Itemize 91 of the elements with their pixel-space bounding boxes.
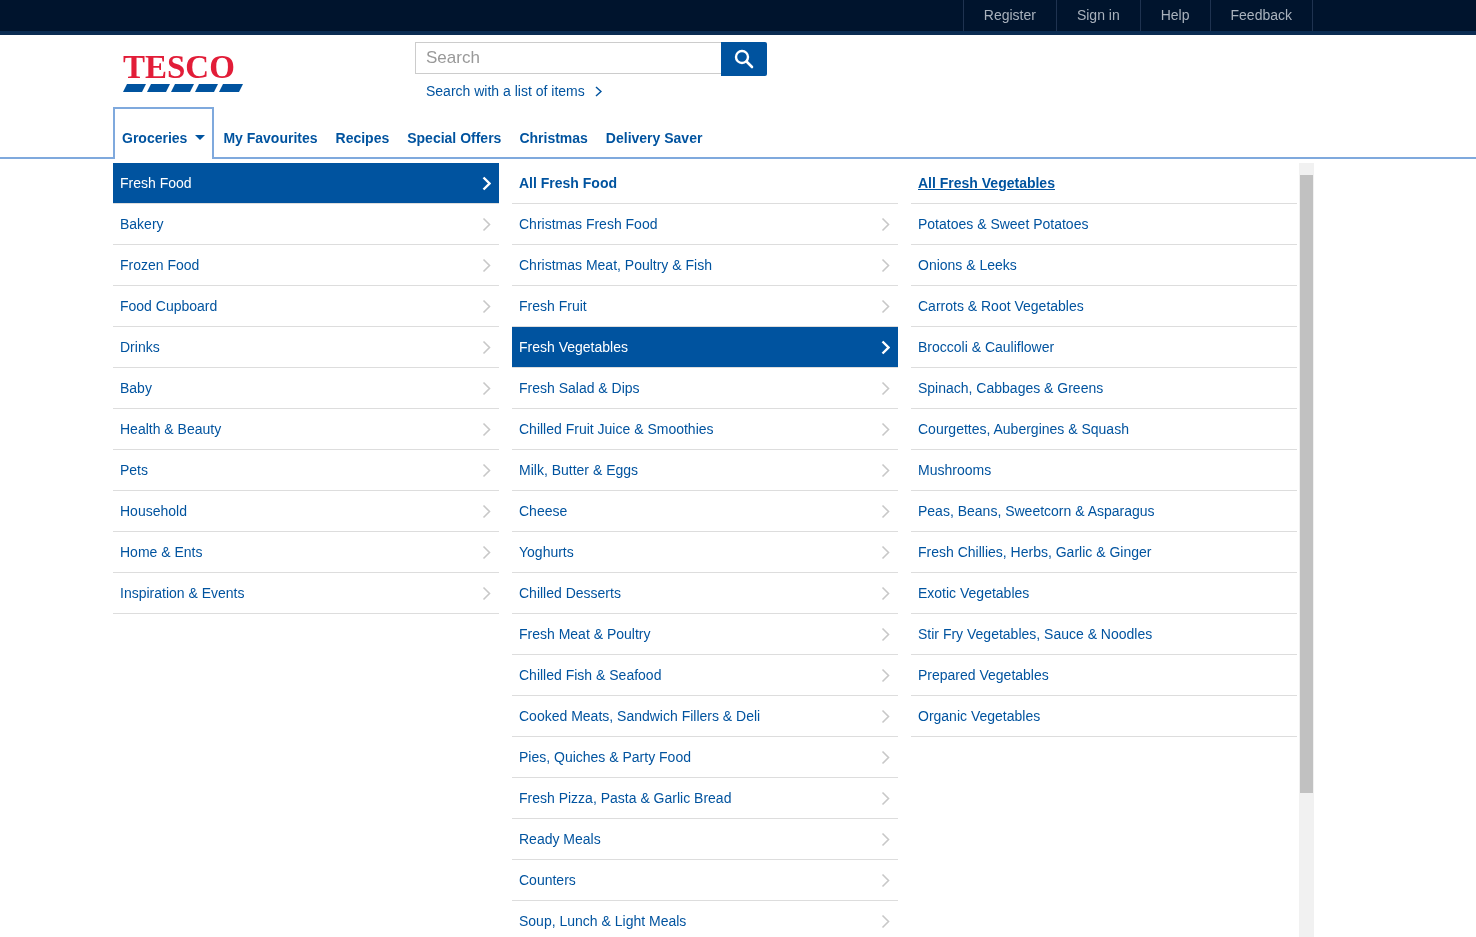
chevron-icon (594, 85, 602, 97)
menu-item[interactable]: Counters (512, 860, 898, 901)
chevron-icon (881, 380, 890, 396)
menu-item[interactable]: Pies, Quiches & Party Food (512, 737, 898, 778)
chevron-icon (881, 339, 890, 355)
search-field[interactable]: Search (415, 42, 721, 74)
menu-item[interactable]: Cooked Meats, Sandwich Fillers & Deli (512, 696, 898, 737)
stripes-icon (123, 84, 243, 92)
menu-item[interactable]: Mushrooms (911, 450, 1297, 491)
search-list-link[interactable]: Search with a list of items (426, 83, 602, 99)
menu-item[interactable]: Prepared Vegetables (911, 655, 1297, 696)
menu-item[interactable]: Health & Beauty (113, 409, 499, 450)
menu-item[interactable]: Fresh Pizza, Pasta & Garlic Bread (512, 778, 898, 819)
chevron-icon (482, 216, 491, 232)
menu-item[interactable]: Peas, Beans, Sweetcorn & Asparagus (911, 491, 1297, 532)
menu-item[interactable]: Fresh Meat & Poultry (512, 614, 898, 655)
menu-item[interactable]: Spinach, Cabbages & Greens (911, 368, 1297, 409)
chevron-icon (881, 913, 890, 929)
nav-tab[interactable]: Special Offers (398, 107, 511, 159)
menu-item[interactable]: Fresh Chillies, Herbs, Garlic & Ginger (911, 532, 1297, 573)
menu-item[interactable]: Broccoli & Cauliflower (911, 327, 1297, 368)
chevron-icon (482, 421, 491, 437)
chevron-icon (482, 462, 491, 478)
menu-item[interactable]: Frozen Food (113, 245, 499, 286)
nav-tab[interactable]: Delivery Saver (596, 107, 712, 159)
menu-item[interactable]: Chilled Fish & Seafood (512, 655, 898, 696)
chevron-icon (881, 708, 890, 724)
menu-item[interactable]: Soup, Lunch & Light Meals (512, 901, 898, 937)
chevron-icon (482, 257, 491, 273)
menu-item[interactable]: Bakery (113, 204, 499, 245)
chevron-icon (482, 339, 491, 355)
chevron-icon (881, 667, 890, 683)
caret-icon (195, 135, 206, 141)
menu-item[interactable]: Ready Meals (512, 819, 898, 860)
chevron-icon (482, 380, 491, 396)
menu-item[interactable]: Household (113, 491, 499, 532)
chevron-icon (482, 503, 491, 519)
menu-item[interactable]: Onions & Leeks (911, 245, 1297, 286)
chevron-icon (881, 298, 890, 314)
menu-item[interactable]: Exotic Vegetables (911, 573, 1297, 614)
menu-item[interactable]: Home & Ents (113, 532, 499, 573)
logo-wordmark[interactable]: TESCO (123, 53, 235, 81)
menu-item[interactable]: Fresh Salad & Dips (512, 368, 898, 409)
menu-item[interactable]: All Fresh Vegetables (911, 163, 1297, 204)
menu-item[interactable]: Courgettes, Aubergines & Squash (911, 409, 1297, 450)
nav-tab[interactable]: Christmas (510, 107, 597, 159)
nav-tab[interactable]: My Favourites (214, 107, 327, 159)
chevron-icon (881, 544, 890, 560)
menu-item[interactable]: Potatoes & Sweet Potatoes (911, 204, 1297, 245)
chevron-icon (881, 872, 890, 888)
chevron-icon (881, 626, 890, 642)
chevron-icon (482, 298, 491, 314)
menu-item[interactable]: Milk, Butter & Eggs (512, 450, 898, 491)
nav-tab[interactable]: Recipes (326, 107, 399, 159)
menu-item[interactable]: Food Cupboard (113, 286, 499, 327)
nav-tab[interactable]: Groceries (113, 107, 215, 159)
chevron-icon (881, 585, 890, 601)
menu-item[interactable]: Pets (113, 450, 499, 491)
menu-item[interactable]: Chilled Desserts (512, 573, 898, 614)
menu-item[interactable]: Yoghurts (512, 532, 898, 573)
top-link[interactable]: Help (1139, 0, 1210, 31)
chevron-icon (881, 503, 890, 519)
chevron-icon (881, 462, 890, 478)
chevron-icon (881, 790, 890, 806)
menu-item[interactable]: Chilled Fruit Juice & Smoothies (512, 409, 898, 450)
search-button[interactable] (721, 42, 767, 76)
menu-item[interactable]: Inspiration & Events (113, 573, 499, 614)
chevron-icon (881, 257, 890, 273)
top-link[interactable]: Feedback (1209, 0, 1313, 31)
scrollbar[interactable] (1299, 163, 1314, 937)
menu-item[interactable]: All Fresh Food (512, 163, 898, 204)
chevron-icon (881, 421, 890, 437)
search-icon (734, 49, 754, 69)
top-link[interactable]: Sign in (1055, 0, 1140, 31)
menu-item[interactable]: Organic Vegetables (911, 696, 1297, 737)
menu-item[interactable]: Fresh Food (113, 163, 499, 204)
chevron-icon (482, 175, 491, 191)
menu-item[interactable]: Christmas Fresh Food (512, 204, 898, 245)
menu-item[interactable]: Cheese (512, 491, 898, 532)
chevron-icon (881, 216, 890, 232)
chevron-icon (881, 831, 890, 847)
menu-item[interactable]: Carrots & Root Vegetables (911, 286, 1297, 327)
chevron-icon (881, 749, 890, 765)
menu-item[interactable]: Stir Fry Vegetables, Sauce & Noodles (911, 614, 1297, 655)
chevron-icon (482, 544, 491, 560)
top-link[interactable]: Register (962, 0, 1056, 31)
menu-item[interactable]: Baby (113, 368, 499, 409)
menu-item[interactable]: Fresh Vegetables (512, 327, 898, 368)
chevron-icon (482, 585, 491, 601)
menu-item[interactable]: Drinks (113, 327, 499, 368)
menu-item[interactable]: Christmas Meat, Poultry & Fish (512, 245, 898, 286)
